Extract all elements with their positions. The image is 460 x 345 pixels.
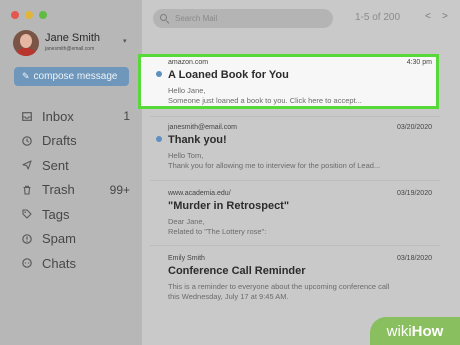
- sidebar-item-drafts[interactable]: Drafts: [22, 129, 130, 154]
- email-sender: amazon.com: [168, 59, 209, 66]
- email-preview: Someone just loaned a book to you. Click…: [168, 96, 362, 105]
- email-subject: Thank you!: [168, 134, 227, 146]
- sidebar-item-trash[interactable]: Trash 99+: [22, 178, 130, 203]
- email-subject: "Murder in Retrospect": [168, 200, 290, 212]
- email-preview-greeting: Hello Tom,: [168, 151, 204, 160]
- email-date: 03/19/2020: [396, 190, 432, 197]
- window-controls: [11, 11, 47, 19]
- search-input[interactable]: Search Mail: [175, 14, 217, 23]
- sidebar-item-label: Sent: [42, 157, 69, 173]
- email-row[interactable]: janesmith@email.com 03/20/2020 Thank you…: [168, 124, 432, 170]
- email-date: 03/18/2020: [396, 255, 432, 262]
- email-sender: Emily Smith: [168, 255, 205, 262]
- watermark-wiki: wiki: [386, 322, 412, 340]
- email-sender: www.academia.edu/: [168, 190, 231, 197]
- compose-button[interactable]: ✎ compose message: [14, 67, 129, 86]
- trash-icon: [22, 185, 32, 195]
- email-preview: this Wednesday, July 17 at 9:45 AM.: [168, 292, 289, 301]
- mailbox-nav: Inbox 1 Drafts Sent Trash 99+ Tags Spam: [22, 104, 130, 276]
- sidebar-item-inbox[interactable]: Inbox 1: [22, 104, 130, 129]
- sidebar-item-label: Trash: [42, 182, 75, 198]
- account-name: Jane Smith: [45, 32, 101, 44]
- drafts-icon: [22, 135, 32, 146]
- account-switcher[interactable]: Jane Smith janesmith@email.com ▾: [13, 30, 133, 58]
- sidebar-item-label: Inbox: [42, 108, 74, 124]
- email-date: 03/20/2020: [396, 124, 432, 131]
- unread-indicator: [156, 71, 162, 77]
- sidebar-item-sent[interactable]: Sent: [22, 153, 130, 178]
- chats-icon: [22, 258, 32, 269]
- wikihow-watermark: wiki How: [370, 317, 460, 345]
- close-window-button[interactable]: [11, 11, 19, 19]
- email-preview-greeting: Dear Jane,: [168, 217, 205, 226]
- unread-count: 1: [123, 109, 130, 123]
- email-preview: Thank you for allowing me to interview f…: [168, 161, 381, 170]
- divider: [150, 180, 440, 181]
- email-subject: A Loaned Book for You: [168, 69, 289, 81]
- compose-label: compose message: [33, 71, 118, 82]
- sidebar-item-label: Chats: [42, 255, 76, 271]
- pagination-range: 1-5 of 200: [355, 12, 401, 23]
- sidebar: Jane Smith janesmith@email.com ▾ ✎ compo…: [0, 0, 142, 345]
- email-row[interactable]: amazon.com 4:30 pm A Loaned Book for You…: [168, 59, 432, 105]
- account-email: janesmith@email.com: [45, 46, 95, 52]
- tag-icon: [22, 209, 32, 219]
- spam-icon: [22, 233, 32, 244]
- email-row[interactable]: Emily Smith 03/18/2020 Conference Call R…: [168, 255, 432, 301]
- sent-icon: [22, 160, 32, 170]
- sidebar-item-label: Drafts: [42, 133, 77, 149]
- trash-count: 99+: [109, 182, 130, 197]
- sidebar-item-tags[interactable]: Tags: [22, 202, 130, 227]
- maximize-window-button[interactable]: [39, 11, 47, 19]
- email-preview-greeting: Hello Jane,: [168, 86, 206, 95]
- inbox-icon: [22, 111, 32, 121]
- search-icon: [160, 14, 170, 24]
- email-subject: Conference Call Reminder: [168, 265, 306, 277]
- sidebar-item-spam[interactable]: Spam: [22, 227, 130, 252]
- minimize-window-button[interactable]: [25, 11, 33, 19]
- email-preview-greeting: This is a reminder to everyone about the…: [168, 282, 390, 291]
- email-row[interactable]: www.academia.edu/ 03/19/2020 "Murder in …: [168, 190, 432, 236]
- avatar: [13, 30, 39, 56]
- sidebar-item-chats[interactable]: Chats: [22, 251, 130, 276]
- email-sender: janesmith@email.com: [168, 124, 237, 131]
- chevron-down-icon[interactable]: ▾: [123, 37, 127, 45]
- search-bar[interactable]: Search Mail: [153, 9, 333, 28]
- watermark-how: How: [411, 322, 444, 340]
- divider: [150, 245, 440, 246]
- unread-indicator: [156, 136, 162, 142]
- sidebar-item-label: Spam: [42, 231, 76, 247]
- previous-page-button[interactable]: <: [425, 11, 431, 22]
- email-preview: Related to "The Lottery rose":: [168, 227, 267, 236]
- email-date: 4:30 pm: [406, 59, 432, 66]
- pencil-icon: ✎: [22, 71, 30, 81]
- next-page-button[interactable]: >: [442, 11, 448, 22]
- divider: [150, 116, 440, 117]
- sidebar-item-label: Tags: [42, 206, 70, 222]
